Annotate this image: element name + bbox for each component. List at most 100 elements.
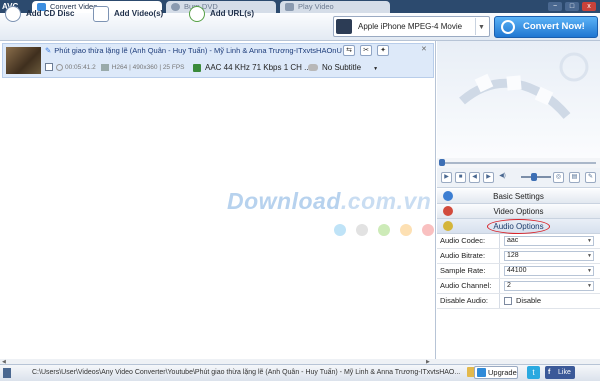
file-codec: H264 | 490x360 | 25 FPS xyxy=(111,64,185,71)
audio-codec-row: Audio Codec: aac ▼ xyxy=(437,234,600,249)
add-videos-button[interactable]: Add Video(s) xyxy=(90,3,180,25)
chevron-down-icon: ▼ xyxy=(587,253,592,259)
seek-bar[interactable] xyxy=(437,158,600,168)
audio-bitrate-select[interactable]: 128 ▼ xyxy=(504,251,594,261)
tab-play-video[interactable]: Play Video xyxy=(280,1,390,13)
audio-channel-row: Audio Channel: 2 ▼ xyxy=(437,279,600,294)
add-urls-button[interactable]: Add URL(s) xyxy=(186,3,276,25)
remove-icon[interactable]: ✕ xyxy=(421,45,427,53)
restore-button[interactable]: □ xyxy=(565,2,579,11)
disable-audio-row: Disable Audio: Disable xyxy=(437,294,600,309)
video-options-label: Video Options xyxy=(493,207,544,216)
clock-icon xyxy=(56,63,63,71)
audio-codec-value: aac xyxy=(507,237,519,244)
add-urls-label: Add URL(s) xyxy=(210,9,254,18)
audio-options-section[interactable]: Audio Options xyxy=(437,219,600,234)
convert-now-button[interactable]: Convert Now! xyxy=(494,16,598,38)
upgrade-icon xyxy=(477,368,486,377)
add-cd-disc-label: Add CD Disc xyxy=(26,9,75,18)
volume-handle[interactable] xyxy=(531,173,537,181)
next-frame-icon[interactable]: ▶ xyxy=(483,172,494,183)
sample-rate-row: Sample Rate: 44100 ▼ xyxy=(437,264,600,279)
close-button[interactable]: x xyxy=(582,2,596,11)
tab-play-video-label: Play Video xyxy=(298,2,334,11)
speaker-icon xyxy=(193,63,201,72)
disable-audio-label: Disable Audio: xyxy=(440,294,500,308)
watermark-text: Download xyxy=(227,188,341,214)
minimize-button[interactable]: − xyxy=(548,2,562,11)
disable-audio-checkbox[interactable] xyxy=(504,297,512,305)
volume-slider[interactable] xyxy=(521,173,551,181)
file-meta: 00:05:41.2 H264 | 490x360 | 25 FPS xyxy=(45,62,185,73)
seek-handle[interactable] xyxy=(439,159,445,166)
audio-bitrate-row: Audio Bitrate: 128 ▼ xyxy=(437,249,600,264)
pencil-icon[interactable]: ✎ xyxy=(45,46,51,55)
watermark: Download.com.vn xyxy=(227,188,431,215)
basic-settings-label: Basic Settings xyxy=(493,192,544,201)
stop-icon[interactable]: ■ xyxy=(455,172,466,183)
audio-bitrate-value: 128 xyxy=(507,252,519,259)
refresh-icon xyxy=(501,20,515,34)
audio-options-label: Audio Options xyxy=(493,222,544,231)
audio-channel-value: 2 xyxy=(507,282,511,289)
file-duration: 00:05:41.2 xyxy=(65,64,96,71)
volume-icon[interactable]: ◀) xyxy=(497,172,508,183)
audio-channel-label: Audio Channel: xyxy=(440,279,500,293)
add-cd-disc-button[interactable]: Add CD Disc xyxy=(2,3,82,25)
watermark-dot xyxy=(378,224,390,236)
video-thumbnail xyxy=(6,47,41,74)
sample-rate-select[interactable]: 44100 ▼ xyxy=(504,266,594,276)
audio-channel-select[interactable]: 2 ▼ xyxy=(504,281,594,291)
reload-icon[interactable]: ⇆ xyxy=(343,45,355,56)
folder-icon[interactable]: ▤ xyxy=(569,172,580,183)
cd-add-icon xyxy=(5,6,21,22)
disable-audio-checkbox-label: Disable xyxy=(516,296,542,305)
audio-codec-label: Audio Codec: xyxy=(440,234,500,248)
sample-rate-value: 44100 xyxy=(507,267,527,274)
subtitle-value: No Subtitle xyxy=(322,63,362,72)
play-icon[interactable]: ▶ xyxy=(441,172,452,183)
output-profile-select[interactable]: Apple iPhone MPEG-4 Movie (*.mp4)▼ xyxy=(333,16,490,50)
gear-icon xyxy=(443,191,453,201)
video-options-icon xyxy=(443,206,453,216)
audio-bitrate-label: Audio Bitrate: xyxy=(440,249,500,263)
file-checkbox[interactable] xyxy=(45,63,53,72)
sample-rate-label: Sample Rate: xyxy=(440,264,500,278)
preview-pane xyxy=(437,41,600,158)
audio-track-value: AAC 44 KHz 71 Kbps 1 CH ... xyxy=(205,63,311,72)
facebook-like-label: Like xyxy=(558,369,571,376)
chevron-down-icon: ▼ xyxy=(587,268,592,274)
cut-icon[interactable]: ✂ xyxy=(360,45,372,56)
add-videos-label: Add Video(s) xyxy=(114,9,164,18)
facebook-like-button[interactable]: f Like xyxy=(545,366,575,379)
settings-icon[interactable]: ✎ xyxy=(585,172,596,183)
subtitle-select[interactable]: No Subtitle ▼ xyxy=(308,62,378,75)
watermark-dot xyxy=(356,224,368,236)
file-row[interactable]: ✎ Phút giao thừa lặng lẽ (Anh Quân - Huy … xyxy=(2,43,434,78)
player-controls: ▶ ■ ◀ ▶ ◀) ◎ ▤ ✎ xyxy=(437,168,600,188)
globe-add-icon xyxy=(189,6,205,22)
watermark-dot xyxy=(334,224,346,236)
audio-track-select[interactable]: AAC 44 KHz 71 Kbps 1 CH ...▼ xyxy=(193,62,319,75)
file-title[interactable]: ✎ Phút giao thừa lặng lẽ (Anh Quân - Huy … xyxy=(45,46,345,57)
twitter-icon[interactable]: t xyxy=(527,366,540,379)
effects-icon[interactable]: ✦ xyxy=(377,45,389,56)
basic-settings-section[interactable]: Basic Settings xyxy=(437,189,600,204)
seek-track[interactable] xyxy=(441,162,596,164)
prev-frame-icon[interactable]: ◀ xyxy=(469,172,480,183)
watermark-dot xyxy=(422,224,434,236)
video-options-section[interactable]: Video Options xyxy=(437,204,600,219)
convert-now-label: Convert Now! xyxy=(523,21,585,32)
upgrade-button[interactable]: Upgrade xyxy=(474,366,518,379)
audio-properties-grid: Audio Codec: aac ▼ Audio Bitrate: 128 ▼ Samp… xyxy=(437,234,600,359)
window-controls: − □ x xyxy=(548,2,598,11)
audio-codec-select[interactable]: aac ▼ xyxy=(504,236,594,246)
snapshot-icon[interactable]: ◎ xyxy=(553,172,564,183)
watermark-dots xyxy=(334,224,454,236)
subtitle-chevron-icon[interactable]: ▼ xyxy=(373,66,378,72)
chevron-down-icon[interactable]: ▼ xyxy=(475,18,487,35)
output-folder-icon xyxy=(3,368,11,378)
watermark-dot xyxy=(400,224,412,236)
chevron-down-icon: ▼ xyxy=(587,283,592,289)
output-path: C:\Users\User\Videos\Any Video Converter… xyxy=(32,369,461,376)
